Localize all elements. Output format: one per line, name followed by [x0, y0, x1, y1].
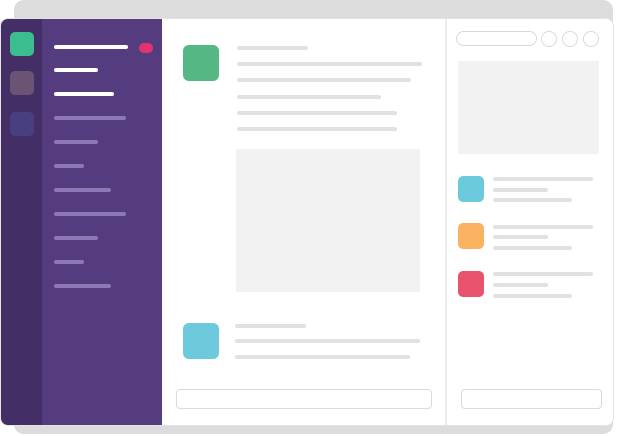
sidebar-item[interactable] [54, 260, 84, 264]
member-text-line [493, 294, 572, 298]
message-author-line [237, 46, 308, 50]
member-text-line [493, 272, 593, 276]
sidebar-item[interactable] [54, 236, 98, 240]
message-author-line [235, 324, 306, 328]
channel-sidebar [42, 19, 162, 425]
sidebar-item-active[interactable] [54, 92, 114, 96]
avatar[interactable] [183, 45, 219, 81]
avatar[interactable] [183, 323, 219, 359]
member-text-line [493, 283, 548, 287]
message-input[interactable] [176, 389, 432, 409]
message-text-line [237, 78, 411, 82]
app-window [0, 18, 614, 426]
action-button[interactable] [541, 31, 557, 47]
member-avatar[interactable] [458, 271, 484, 297]
member-text-line [493, 198, 572, 202]
action-button[interactable] [583, 31, 599, 47]
message-text-line [237, 62, 422, 66]
details-pane [447, 19, 613, 425]
sidebar-item[interactable] [54, 116, 126, 120]
member-avatar[interactable] [458, 176, 484, 202]
sidebar-item[interactable] [54, 164, 84, 168]
sidebar-item-active[interactable] [54, 45, 128, 49]
unread-badge [139, 43, 153, 53]
message-pane [162, 19, 445, 425]
details-preview[interactable] [458, 61, 599, 154]
team-icon-green[interactable] [10, 32, 34, 56]
member-text-line [493, 188, 548, 192]
member-text-line [493, 246, 572, 250]
sidebar-item-active[interactable] [54, 68, 98, 72]
sidebar-item[interactable] [54, 212, 126, 216]
member-text-line [493, 225, 593, 229]
message-text-line [235, 355, 410, 359]
message-text-line [237, 127, 397, 131]
team-icon-indigo[interactable] [10, 112, 34, 136]
details-input[interactable] [461, 389, 602, 409]
member-text-line [493, 177, 593, 181]
teams-rail [1, 19, 42, 425]
search-input[interactable] [456, 31, 537, 46]
sidebar-item[interactable] [54, 140, 98, 144]
member-text-line [493, 235, 548, 239]
sidebar-item[interactable] [54, 284, 111, 288]
message-text-line [237, 95, 381, 99]
message-text-line [235, 339, 420, 343]
message-text-line [237, 111, 397, 115]
team-icon-gray[interactable] [10, 71, 34, 95]
action-button[interactable] [562, 31, 578, 47]
member-avatar[interactable] [458, 223, 484, 249]
attachment-preview[interactable] [236, 149, 420, 292]
sidebar-item[interactable] [54, 188, 111, 192]
